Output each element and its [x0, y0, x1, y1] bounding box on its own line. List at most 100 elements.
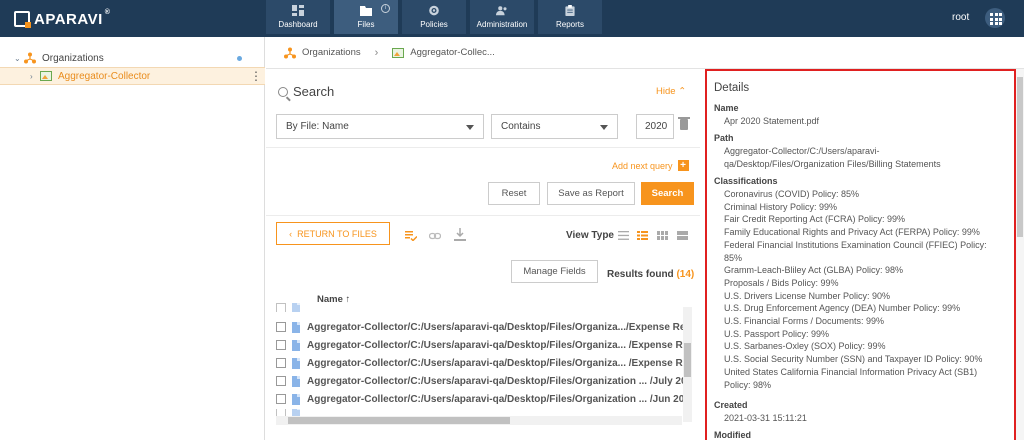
nav-label: Dashboard [278, 20, 318, 29]
row-name: Aggregator-Collector/C:/Users/aparavi-qa… [307, 393, 685, 405]
plus-icon: + [677, 160, 689, 171]
search-panel: Search Hide ⌃ By File: Name Contains 202… [266, 70, 700, 440]
row-checkbox [276, 303, 286, 312]
divider [266, 215, 700, 216]
details-panel: Details Name Apr 2020 Statement.pdf Path… [705, 69, 1016, 440]
organization-tree: ⌄ Organizations › Aggregator-Collector ⋮ [0, 37, 265, 440]
row-checkbox [276, 409, 286, 416]
download-icon[interactable] [454, 228, 466, 241]
tree-item-aggregator-collector[interactable]: › Aggregator-Collector ⋮ [0, 67, 265, 85]
classification-item: U.S. Drivers License Number Policy: 90% [724, 290, 891, 301]
search-title: Search [293, 84, 335, 99]
table-row[interactable]: Aggregator-Collector/C:/Users/aparavi-qa… [276, 336, 686, 354]
manage-fields-button[interactable]: Manage Fields [511, 260, 598, 283]
reset-button[interactable]: Reset [488, 182, 540, 205]
nav-files[interactable]: Files i [334, 0, 398, 34]
operator-select[interactable]: Contains [491, 114, 618, 139]
add-next-query-link[interactable]: Add next query + [612, 160, 689, 171]
chevron-down-icon[interactable]: ⌄ [14, 54, 24, 63]
hide-label: Hide [656, 86, 676, 97]
folder-icon [360, 6, 372, 16]
scrollbar-thumb[interactable] [288, 417, 510, 424]
organization-icon [24, 52, 36, 64]
breadcrumb-aggregator[interactable]: Aggregator-Collec... [410, 47, 494, 58]
scrollbar-thumb[interactable] [1017, 77, 1023, 237]
row-checkbox[interactable] [276, 340, 286, 350]
table-row[interactable]: Aggregator-Collector/C:/Users/aparavi-qa… [276, 354, 686, 372]
tree-item-organizations[interactable]: ⌄ Organizations [0, 49, 265, 67]
apps-grid-icon[interactable] [985, 8, 1005, 28]
details-created-label: Created [714, 400, 748, 410]
row-checkbox[interactable] [276, 376, 286, 386]
grid-view-icon[interactable] [657, 231, 668, 240]
table-horizontal-scrollbar[interactable] [276, 416, 682, 425]
field-select-value: By File: Name [286, 121, 349, 132]
table-row[interactable]: Aggregator-Collector/C:/Users/aparavi-qa… [276, 318, 686, 336]
classification-item: U.S. Drug Enforcement Agency (DEA) Numbe… [724, 303, 961, 314]
breadcrumb: Organizations › Aggregator-Collec... [266, 37, 1024, 69]
results-found: Results found (14) [607, 269, 694, 280]
search-button[interactable]: Search [641, 182, 694, 205]
table-row[interactable]: Aggregator-Collector/C:/Users/aparavi-qa… [276, 390, 686, 408]
nav-reports[interactable]: Reports [538, 0, 602, 34]
list-view-icon[interactable] [618, 231, 629, 240]
top-bar: APARAVI ® Dashboard Files i Policies Adm… [0, 0, 1024, 37]
classification-item: Proposals / Bids Policy: 99% [724, 277, 839, 288]
chevron-right-icon[interactable]: › [30, 72, 40, 81]
tree-label: Aggregator-Collector [58, 70, 151, 82]
document-icon [292, 375, 300, 387]
aparavi-logo[interactable]: APARAVI ® [14, 9, 110, 29]
nav-administration[interactable]: Administration [470, 0, 534, 34]
nav-dashboard[interactable]: Dashboard [266, 0, 330, 34]
link-icon[interactable] [429, 231, 441, 241]
classification-item: Coronavirus (COVID) Policy: 85% [724, 189, 860, 199]
kebab-menu-icon[interactable]: ⋮ [250, 70, 262, 82]
nav-policies[interactable]: Policies [402, 0, 466, 34]
collector-image-icon [40, 71, 52, 81]
gear-icon [429, 5, 439, 16]
return-to-files-button[interactable]: ‹ RETURN TO FILES [276, 222, 390, 245]
table-vertical-scrollbar[interactable] [683, 307, 692, 422]
table-row-partial [276, 303, 686, 312]
trash-icon[interactable] [678, 117, 690, 130]
classification-item: Fair Credit Reporting Act (FCRA) Policy:… [724, 214, 906, 225]
hide-toggle[interactable]: Hide ⌃ [656, 86, 686, 97]
logo-registered: ® [104, 9, 111, 16]
details-scrollbar[interactable] [1016, 69, 1024, 440]
row-checkbox[interactable] [276, 322, 286, 332]
classification-item: Federal Financial Institutions Examinati… [724, 239, 987, 263]
logo-mark-icon [14, 11, 31, 28]
classification-item: Criminal History Policy: 99% [724, 201, 838, 212]
table-row[interactable]: Aggregator-Collector/C:/Users/aparavi-qa… [276, 372, 686, 390]
users-icon [496, 6, 507, 16]
details-classifications-label: Classifications [714, 176, 778, 186]
row-name: Aggregator-Collector/C:/Users/aparavi-qa… [307, 375, 686, 387]
field-select[interactable]: By File: Name [276, 114, 484, 139]
classification-list: Coronavirus (COVID) Policy: 85% Criminal… [724, 188, 999, 391]
detail-list-view-icon[interactable] [637, 231, 648, 240]
save-as-report-button[interactable]: Save as Report [547, 182, 635, 205]
results-count: (14) [676, 269, 695, 280]
info-icon[interactable]: i [381, 4, 390, 13]
dashboard-icon [292, 5, 304, 16]
row-checkbox[interactable] [276, 358, 286, 368]
scrollbar-thumb[interactable] [684, 343, 691, 377]
tile-view-icon[interactable] [677, 231, 688, 240]
row-name: Aggregator-Collector/C:/Users/aparavi-qa… [307, 357, 686, 369]
user-name[interactable]: root [952, 12, 969, 23]
status-dot [237, 55, 242, 61]
search-value-input[interactable]: 2020 [636, 114, 674, 139]
breadcrumb-organizations[interactable]: Organizations [302, 47, 361, 58]
classification-item: Family Educational Rights and Privacy Ac… [724, 227, 980, 238]
check-list-icon[interactable] [405, 231, 417, 241]
document-icon [292, 357, 300, 369]
nav-label: Administration [476, 20, 528, 29]
collector-image-icon [392, 47, 405, 58]
nav-label: Files [357, 20, 375, 29]
return-to-files-label: RETURN TO FILES [297, 228, 377, 239]
row-name: Aggregator-Collector/C:/Users/aparavi-qa… [307, 321, 686, 333]
results-label: Results found [607, 269, 674, 280]
document-icon [292, 321, 300, 333]
row-checkbox[interactable] [276, 394, 286, 404]
details-path-label: Path [714, 133, 734, 143]
